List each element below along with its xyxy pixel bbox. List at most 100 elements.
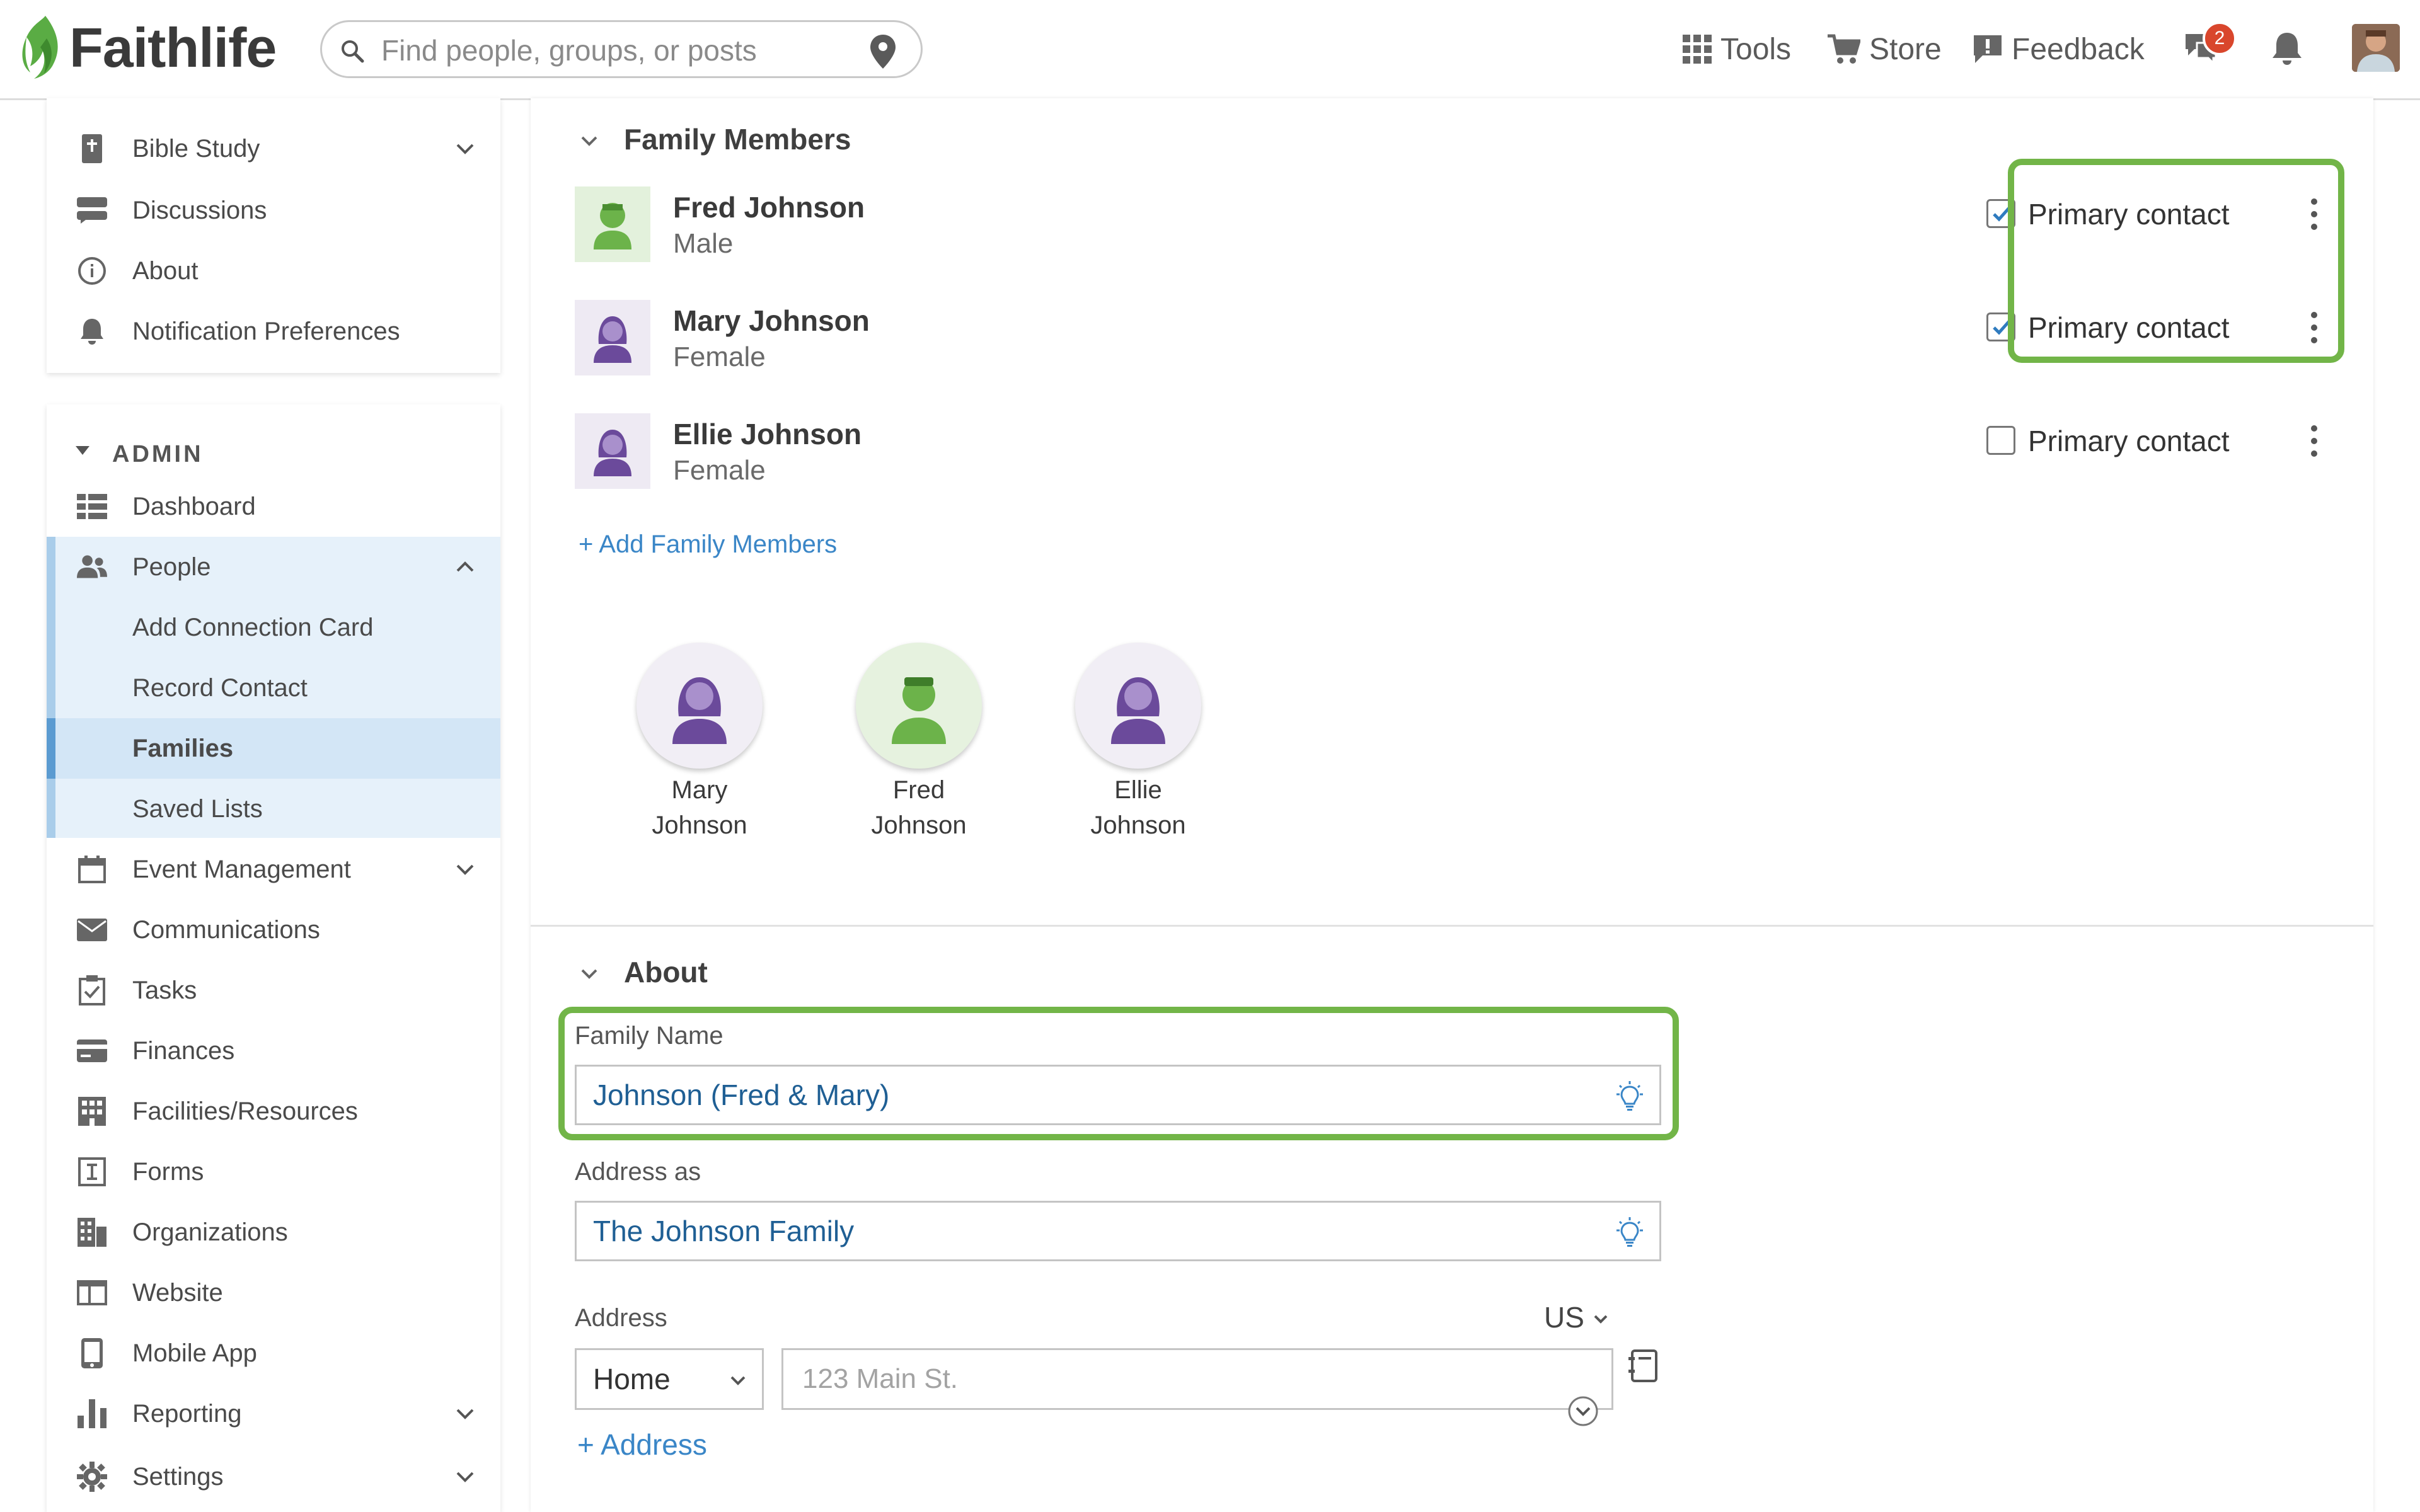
chevron-up-icon[interactable]	[454, 556, 476, 578]
sidebar-item-label: Reporting	[132, 1400, 242, 1428]
lightbulb-icon[interactable]	[1614, 1217, 1645, 1248]
sidebar-item-label: People	[132, 553, 211, 581]
primary-contact-highlight	[2008, 159, 2344, 363]
member-gender: Female	[673, 455, 766, 486]
tree-last-name: Johnson	[871, 811, 967, 839]
sidebar-item-add-connection-card[interactable]: Add Connection Card	[47, 597, 500, 658]
tools-menu[interactable]: Tools	[1683, 25, 1791, 73]
sidebar-item-label: Record Contact	[132, 674, 308, 702]
sidebar-item-reporting[interactable]: Reporting	[47, 1383, 500, 1444]
expand-circle-icon[interactable]	[1567, 1395, 1599, 1427]
sidebar-item-notification-preferences[interactable]: Notification Preferences	[47, 301, 500, 362]
sidebar-item-settings[interactable]: Settings	[47, 1446, 500, 1507]
member-name[interactable]: Fred Johnson	[673, 190, 865, 224]
discussions-icon	[77, 197, 107, 224]
female-avatar-icon	[575, 300, 650, 375]
sidebar-item-mobile-app[interactable]: Mobile App	[47, 1323, 500, 1383]
tree-avatar-mary[interactable]	[637, 643, 763, 769]
faithlife-logo[interactable]: Faithlife	[21, 10, 277, 86]
family-members-title: Family Members	[624, 123, 851, 156]
sidebar-item-people[interactable]: People	[47, 537, 500, 597]
sidebar-item-families[interactable]: Families	[47, 718, 500, 779]
sidebar-item-label: Communications	[132, 916, 320, 944]
chevron-down-icon[interactable]	[454, 1402, 476, 1425]
sidebar-item-bible-study[interactable]: Bible Study	[47, 118, 500, 179]
primary-contact-ellie[interactable]: Primary contact	[1986, 422, 2339, 460]
sidebar-item-label: Dashboard	[132, 493, 256, 520]
global-search[interactable]	[320, 20, 923, 78]
address-type-select[interactable]: Home	[575, 1348, 764, 1410]
sidebar-item-label: Settings	[132, 1463, 224, 1491]
form-icon	[78, 1157, 106, 1186]
tree-avatar-ellie[interactable]	[1075, 643, 1201, 769]
sidebar-item-event-management[interactable]: Event Management	[47, 839, 500, 900]
female-avatar-icon	[575, 413, 650, 489]
brand-name: Faithlife	[69, 16, 277, 79]
sidebar-item-tasks[interactable]: Tasks	[47, 960, 500, 1021]
member-name[interactable]: Ellie Johnson	[673, 417, 861, 451]
primary-contact-label: Primary contact	[2028, 425, 2230, 457]
sidebar-item-organizations[interactable]: Organizations	[47, 1202, 500, 1263]
dashboard-icon	[77, 494, 107, 519]
store-label: Store	[1869, 32, 1942, 66]
member-name[interactable]: Mary Johnson	[673, 304, 870, 338]
male-avatar-icon	[892, 677, 946, 744]
sidebar-item-about[interactable]: About	[47, 241, 500, 301]
chevron-down-icon	[1594, 1315, 1608, 1324]
address-as-label: Address as	[575, 1158, 701, 1186]
messages-badge: 2	[2203, 21, 2237, 55]
sidebar-item-facilities-resources[interactable]: Facilities/Resources	[47, 1081, 500, 1142]
bell-icon[interactable]	[2271, 32, 2303, 66]
add-family-members-link[interactable]: + Add Family Members	[579, 530, 837, 559]
address-as-input[interactable]: The Johnson Family	[575, 1201, 1661, 1261]
country-select[interactable]: US	[1544, 1300, 1609, 1334]
chevron-down-icon[interactable]	[454, 858, 476, 881]
more-options-icon[interactable]	[2308, 422, 2320, 460]
member-row-ellie[interactable]: Ellie Johnson Female Primary contact	[575, 413, 2339, 489]
family-name-highlight	[558, 1007, 1679, 1140]
address-type-value: Home	[593, 1363, 671, 1395]
sidebar-item-label: Finances	[132, 1037, 235, 1065]
grid-icon	[1683, 35, 1712, 64]
address-label: Address	[575, 1304, 667, 1332]
feedback-label: Feedback	[2012, 32, 2145, 66]
sidebar-item-label: Discussions	[132, 197, 267, 224]
people-icon	[77, 555, 107, 578]
sidebar-item-dashboard[interactable]: Dashboard	[47, 476, 500, 537]
address-book-icon[interactable]	[1628, 1348, 1660, 1383]
sidebar-item-label: Bible Study	[132, 135, 260, 163]
sidebar-item-communications[interactable]: Communications	[47, 900, 500, 960]
admin-header: ADMIN	[112, 441, 204, 467]
chevron-down-icon[interactable]	[580, 131, 599, 150]
location-pin-icon[interactable]	[869, 33, 897, 70]
chevron-down-icon[interactable]	[580, 964, 599, 983]
section-divider	[531, 925, 2373, 927]
sidebar-item-label: Mobile App	[132, 1339, 257, 1367]
primary-contact-checkbox[interactable]	[1986, 426, 2015, 455]
chevron-down-icon[interactable]	[454, 137, 476, 160]
tree-last-name: Johnson	[1090, 811, 1186, 839]
sidebar-item-saved-lists[interactable]: Saved Lists	[47, 779, 500, 839]
user-photo-icon	[2352, 24, 2400, 72]
tree-avatar-fred[interactable]	[856, 643, 982, 769]
info-icon	[78, 257, 106, 285]
search-input[interactable]	[380, 31, 836, 70]
street-address-input[interactable]: 123 Main St.	[781, 1348, 1613, 1426]
feedback-menu[interactable]: Feedback	[1973, 25, 2145, 73]
add-address-link[interactable]: + Address	[577, 1428, 707, 1462]
top-bar: Faithlife Tools Store F	[0, 0, 2420, 100]
search-icon	[342, 40, 364, 63]
admin-section-toggle[interactable]: ADMIN	[47, 426, 500, 483]
sidebar-item-forms[interactable]: Forms	[47, 1142, 500, 1202]
sidebar-group-top: Bible Study Discussions About Notificati…	[47, 98, 500, 373]
bar-chart-icon	[78, 1399, 107, 1428]
user-avatar[interactable]	[2352, 24, 2400, 72]
address-as-value: The Johnson Family	[593, 1215, 855, 1247]
store-menu[interactable]: Store	[1826, 25, 1942, 73]
chevron-down-icon[interactable]	[454, 1465, 476, 1488]
sidebar-item-discussions[interactable]: Discussions	[47, 180, 500, 241]
sidebar-item-finances[interactable]: Finances	[47, 1021, 500, 1081]
sidebar-item-label: Forms	[132, 1158, 204, 1186]
sidebar-item-website[interactable]: Website	[47, 1263, 500, 1323]
sidebar-item-record-contact[interactable]: Record Contact	[47, 658, 500, 718]
